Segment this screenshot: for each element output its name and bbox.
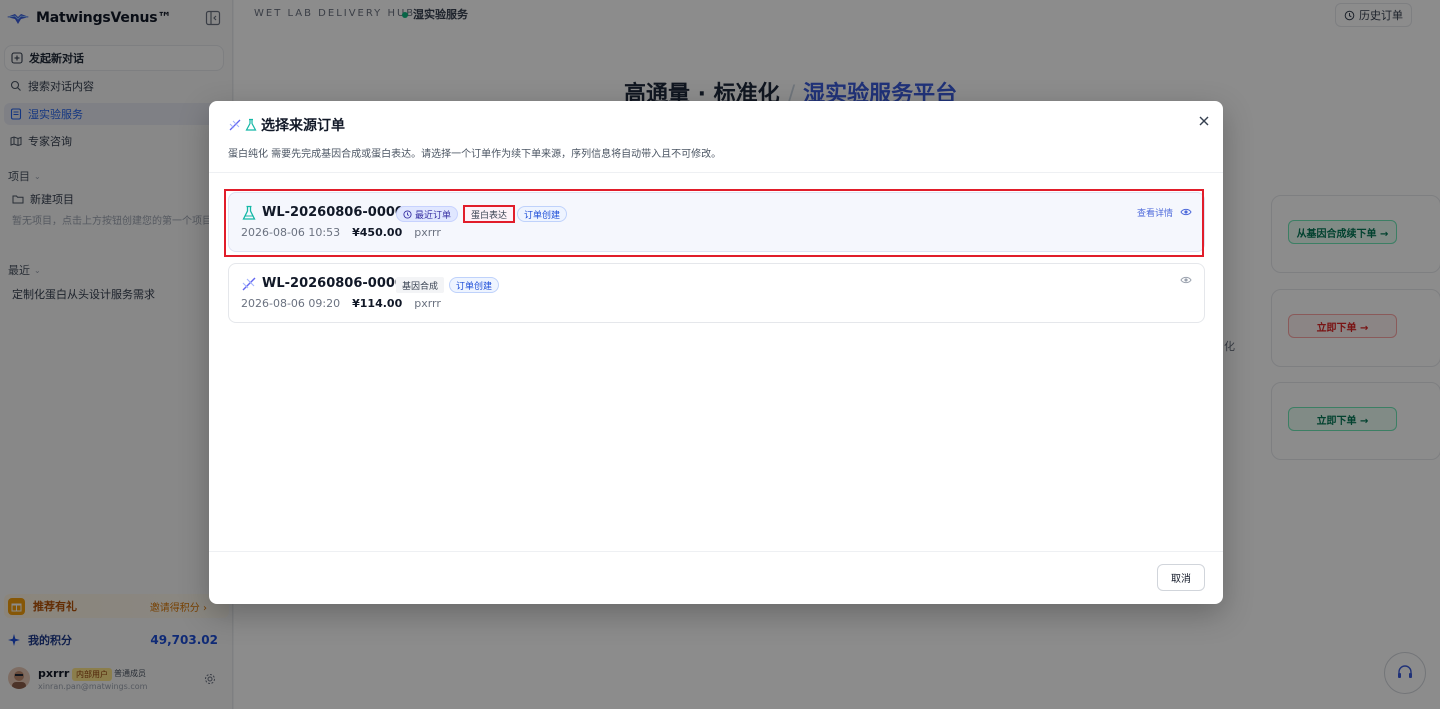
cancel-button[interactable]: 取消 [1157, 564, 1205, 591]
divider [209, 551, 1223, 552]
close-icon[interactable] [1197, 114, 1211, 128]
view-details-link[interactable]: 查看详情 [1137, 206, 1173, 219]
order-datetime: 2026-08-06 10:53 [241, 226, 341, 239]
order-user: pxrrr [414, 226, 441, 239]
dialog-description: 蛋白纯化 需要先完成基因合成或蛋白表达。请选择一个订单作为续下单来源，序列信息将… [228, 149, 722, 160]
order-card[interactable]: WL-20260806-00001 基因合成 订单创建 2026-08-06 0… [228, 263, 1205, 323]
recent-order-tag-label: 最近订单 [415, 210, 452, 221]
order-datetime: 2026-08-06 09:20 [241, 297, 341, 310]
select-source-order-dialog: 选择来源订单 蛋白纯化 需要先完成基因合成或蛋白表达。请选择一个订单作为续下单来… [209, 101, 1223, 604]
order-meta: 2026-08-06 09:20 ¥114.00 pxrrr [241, 297, 441, 310]
eye-icon[interactable] [1180, 275, 1192, 285]
order-created-tag: 订单创建 [449, 277, 500, 293]
order-user: pxrrr [414, 297, 441, 310]
order-card[interactable]: WL-20260806-00002 最近订单 蛋白表达 订单创建 2026-08… [228, 192, 1205, 252]
recent-order-tag: 最近订单 [396, 206, 459, 222]
order-amount: ¥114.00 [352, 297, 403, 310]
order-id: WL-20260806-00002 [262, 205, 414, 220]
order-created-tag: 订单创建 [517, 206, 568, 222]
protein-expression-tag: 蛋白表达 [463, 205, 516, 223]
flask-icon [245, 118, 257, 131]
flask-icon [242, 205, 256, 220]
gene-synthesis-tag: 基因合成 [396, 277, 445, 293]
clock-icon [403, 209, 412, 219]
order-amount: ¥450.00 [352, 226, 403, 239]
dna-icon [242, 277, 256, 291]
divider [209, 172, 1223, 173]
order-meta: 2026-08-06 10:53 ¥450.00 pxrrr [241, 226, 441, 239]
dialog-title-icons [228, 118, 258, 132]
eye-icon[interactable] [1180, 207, 1192, 217]
dialog-title: 选择来源订单 [261, 118, 345, 134]
dna-icon [229, 119, 241, 131]
order-id: WL-20260806-00001 [262, 276, 414, 291]
